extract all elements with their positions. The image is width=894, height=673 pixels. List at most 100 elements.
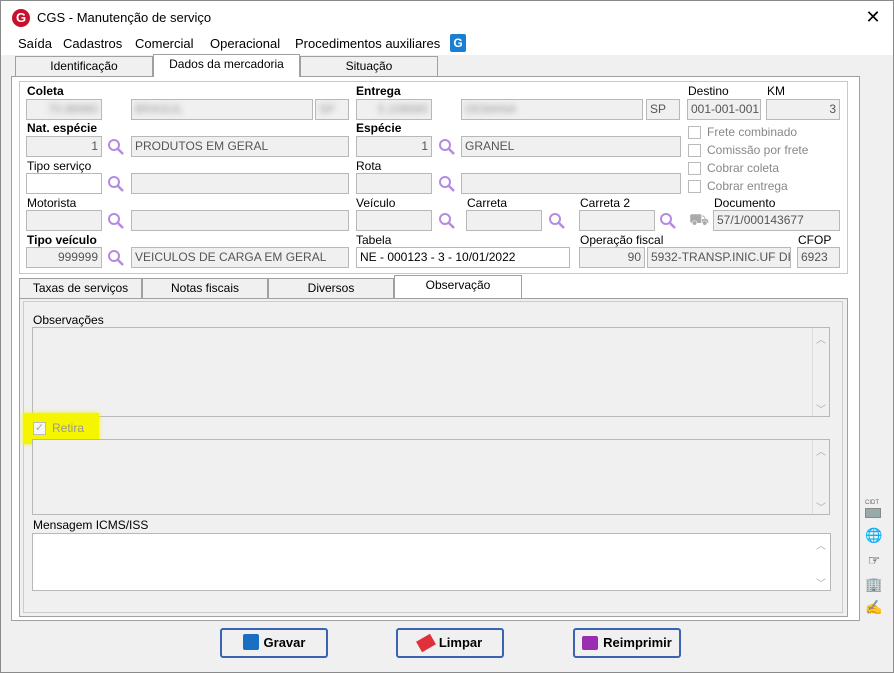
veiculo-field[interactable] xyxy=(356,210,432,231)
veiculo-label: Veículo xyxy=(356,196,396,210)
especie-label: Espécie xyxy=(356,121,402,135)
carreta-label: Carreta xyxy=(467,196,508,210)
search-icon[interactable] xyxy=(548,212,566,230)
coleta-label: Coleta xyxy=(27,84,64,98)
carreta2-field[interactable] xyxy=(579,210,655,231)
motorista-name-field[interactable] xyxy=(131,210,349,231)
search-icon[interactable] xyxy=(438,138,456,156)
rota-code-field[interactable] xyxy=(356,173,432,194)
especie-code-field[interactable]: 1 xyxy=(356,136,432,157)
km-label: KM xyxy=(767,84,785,98)
documento-field[interactable]: 57/1/000143677 xyxy=(713,210,840,231)
tab-situacao[interactable]: Situação xyxy=(300,56,438,77)
tipo-veiculo-label: Tipo veículo xyxy=(27,233,97,247)
tab-notas-fiscais[interactable]: Notas fiscais xyxy=(142,278,268,299)
observacoes-label: Observações xyxy=(33,313,104,327)
mensagem-scrollbar[interactable]: ︿ ﹀ xyxy=(813,534,829,590)
gravar-button[interactable]: Gravar xyxy=(220,628,328,658)
documento-label: Documento xyxy=(714,196,776,210)
comissao-frete-checkbox[interactable] xyxy=(688,144,701,157)
frete-combinado-checkbox[interactable] xyxy=(688,126,701,139)
retira-label: Retira xyxy=(52,421,85,435)
coleta-code-field[interactable]: 70.98980 xyxy=(26,99,102,120)
tabela-label: Tabela xyxy=(356,233,392,247)
user-edit-icon[interactable]: ✍ xyxy=(865,598,883,616)
tab-observacao[interactable]: Observação xyxy=(394,275,522,298)
search-icon[interactable] xyxy=(107,249,125,267)
tipo-servico-code-field[interactable] xyxy=(26,173,102,194)
menu-operacional[interactable]: Operacional xyxy=(210,36,280,51)
printer-icon xyxy=(582,636,599,650)
tab-identificacao[interactable]: Identificação xyxy=(15,56,153,77)
km-field[interactable]: 3 xyxy=(766,99,840,120)
close-button[interactable]: ✕ xyxy=(856,3,890,31)
building-icon[interactable]: 🏢 xyxy=(865,575,883,593)
entrega-code-field[interactable]: 5.108680 xyxy=(356,99,432,120)
mensagem-icms-label: Mensagem ICMS/ISS xyxy=(33,518,149,532)
window-title: CGS - Manutenção de serviço xyxy=(37,10,212,25)
mensagem-icms-textarea[interactable] xyxy=(32,533,831,591)
entrega-name-field[interactable]: DEMANA xyxy=(461,99,643,120)
truck-icon[interactable]: ⛟ xyxy=(689,211,709,231)
tab-dados-mercadoria[interactable]: Dados da mercadoria xyxy=(153,54,300,77)
cidt-icon[interactable] xyxy=(865,508,881,518)
search-icon[interactable] xyxy=(107,175,125,193)
motorista-code-field[interactable] xyxy=(26,210,102,231)
menu-procedimentos[interactable]: Procedimentos auxiliares xyxy=(295,36,440,51)
retira-scrollbar[interactable]: ︿ ﹀ xyxy=(812,440,828,514)
observacoes-scrollbar[interactable]: ︿ ﹀ xyxy=(812,328,828,416)
cobrar-coleta-checkbox[interactable] xyxy=(688,162,701,175)
tipo-veiculo-name-field[interactable]: VEICULOS DE CARGA EM GERAL xyxy=(131,247,349,268)
title-bar: G CGS - Manutenção de serviço ✕ xyxy=(1,1,893,33)
search-icon[interactable] xyxy=(438,212,456,230)
reimprimir-button[interactable]: Reimprimir xyxy=(573,628,681,658)
g-app-icon[interactable]: G xyxy=(450,34,466,52)
coleta-uf-field[interactable]: SP xyxy=(315,99,349,120)
destino-uf-field[interactable]: SP xyxy=(646,99,680,120)
operacao-fiscal-label: Operação fiscal xyxy=(580,233,664,247)
frete-combinado-label: Frete combinado xyxy=(707,125,798,139)
cobrar-entrega-checkbox[interactable] xyxy=(688,180,701,193)
menu-cadastros[interactable]: Cadastros xyxy=(63,36,122,51)
search-icon[interactable] xyxy=(438,175,456,193)
nat-especie-code-field[interactable]: 1 xyxy=(26,136,102,157)
retira-checkbox[interactable]: ✓ xyxy=(33,422,46,435)
menu-saida[interactable]: Saída xyxy=(18,36,52,51)
tipo-servico-name-field[interactable] xyxy=(131,173,349,194)
pointing-hand-icon[interactable]: ☞ xyxy=(865,551,883,569)
observacoes-textarea[interactable] xyxy=(32,327,830,417)
limpar-button[interactable]: Limpar xyxy=(396,628,504,658)
carreta-field[interactable] xyxy=(466,210,542,231)
entrega-label: Entrega xyxy=(356,84,401,98)
menu-bar: Saída Cadastros Comercial Operacional Pr… xyxy=(1,33,893,55)
tabela-field[interactable]: NE - 000123 - 3 - 10/01/2022 xyxy=(356,247,570,268)
destino-label: Destino xyxy=(688,84,729,98)
app-logo-icon: G xyxy=(12,9,30,27)
cfop-field[interactable]: 6923 xyxy=(797,247,840,268)
menu-comercial[interactable]: Comercial xyxy=(135,36,194,51)
cobrar-entrega-label: Cobrar entrega xyxy=(707,179,788,193)
search-icon[interactable] xyxy=(107,138,125,156)
globe-icon[interactable]: 🌐 xyxy=(865,526,883,544)
tab-taxas-servicos[interactable]: Taxas de serviços xyxy=(19,278,142,299)
operacao-fiscal-desc-field[interactable]: 5932-TRANSP.INIC.UF DIV xyxy=(647,247,791,268)
rota-name-field[interactable] xyxy=(461,173,681,194)
cobrar-coleta-label: Cobrar coleta xyxy=(707,161,780,175)
rota-label: Rota xyxy=(356,159,382,173)
search-icon[interactable] xyxy=(659,212,677,230)
nat-especie-name-field[interactable]: PRODUTOS EM GERAL xyxy=(131,136,349,157)
retira-textarea[interactable] xyxy=(32,439,830,515)
gravar-label: Gravar xyxy=(263,635,306,650)
coleta-name-field[interactable]: BRASUL xyxy=(131,99,313,120)
tipo-veiculo-code-field[interactable]: 999999 xyxy=(26,247,102,268)
limpar-label: Limpar xyxy=(438,635,483,650)
comissao-frete-label: Comissão por frete xyxy=(707,143,809,157)
destino-field[interactable]: 001-001-001 xyxy=(687,99,761,120)
tab-diversos[interactable]: Diversos xyxy=(268,278,394,299)
operacao-fiscal-code-field[interactable]: 90 xyxy=(579,247,645,268)
especie-name-field[interactable]: GRANEL xyxy=(461,136,681,157)
motorista-label: Motorista xyxy=(27,196,77,210)
reimprimir-label: Reimprimir xyxy=(603,635,672,650)
eraser-icon xyxy=(415,633,436,653)
search-icon[interactable] xyxy=(107,212,125,230)
